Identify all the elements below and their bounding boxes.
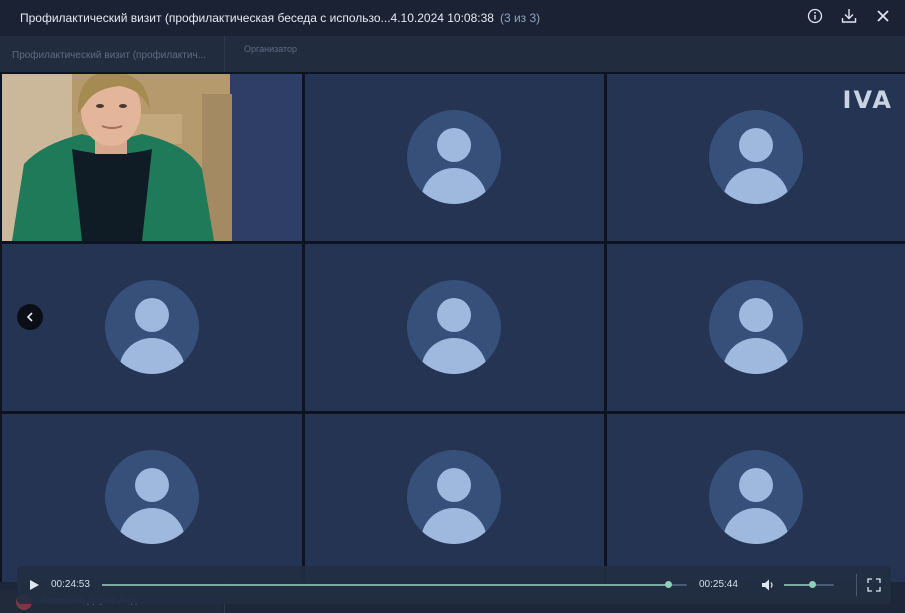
participant-tile[interactable] [305, 414, 604, 582]
previous-page-button[interactable] [17, 304, 43, 330]
volume-button[interactable] [760, 577, 776, 593]
participant-tile[interactable] [607, 244, 905, 411]
participant-avatar-icon [709, 450, 803, 544]
participant-video [2, 74, 302, 241]
participant-tile[interactable] [2, 244, 302, 411]
participant-tile[interactable] [305, 244, 604, 411]
background-organizer-label: Организатор [244, 44, 298, 54]
progress-thumb[interactable] [665, 581, 672, 588]
close-button[interactable] [871, 4, 895, 28]
download-button[interactable] [837, 4, 861, 28]
play-icon [30, 580, 39, 590]
play-button[interactable] [27, 578, 41, 592]
volume-slider[interactable] [784, 581, 834, 588]
window-title: Профилактический визит (профилактическая… [20, 11, 494, 25]
background-tab-label: Профилактический визит (профилактич... [12, 50, 206, 61]
title-bar: Профилактический визит (профилактическая… [0, 0, 905, 36]
volume-icon [762, 579, 773, 591]
participant-grid [0, 72, 905, 582]
total-time: 00:25:44 [699, 579, 738, 590]
participant-avatar-icon [105, 280, 199, 374]
video-recording-viewer: Профилактический визит (профилактич... О… [0, 0, 905, 613]
info-icon [807, 8, 823, 24]
participant-avatar-icon [709, 280, 803, 374]
title-actions [803, 4, 895, 28]
fullscreen-button[interactable] [867, 578, 881, 592]
download-icon [841, 9, 857, 23]
progress-bar[interactable] [102, 581, 687, 588]
info-button[interactable] [803, 4, 827, 28]
participant-tile-camera[interactable] [2, 74, 302, 241]
volume-fill [784, 584, 812, 586]
participant-avatar-icon [407, 450, 501, 544]
progress-fill [102, 584, 668, 586]
participant-avatar-icon [709, 110, 803, 204]
participant-avatar-icon [105, 450, 199, 544]
current-time: 00:24:53 [51, 579, 90, 590]
participant-tile[interactable] [2, 414, 302, 582]
participant-tile[interactable] [305, 74, 604, 241]
iva-logo: IVA [842, 86, 893, 114]
participant-avatar-icon [407, 280, 501, 374]
close-icon [877, 10, 889, 22]
participant-avatar-icon [407, 110, 501, 204]
volume-thumb[interactable] [809, 581, 816, 588]
player-controls: 00:24:53 00:25:44 [17, 566, 891, 604]
fullscreen-icon [867, 578, 881, 592]
chevron-left-icon [26, 312, 33, 322]
participant-tile[interactable] [607, 414, 905, 582]
recording-counter: (3 из 3) [499, 11, 541, 25]
controls-divider [856, 574, 857, 596]
